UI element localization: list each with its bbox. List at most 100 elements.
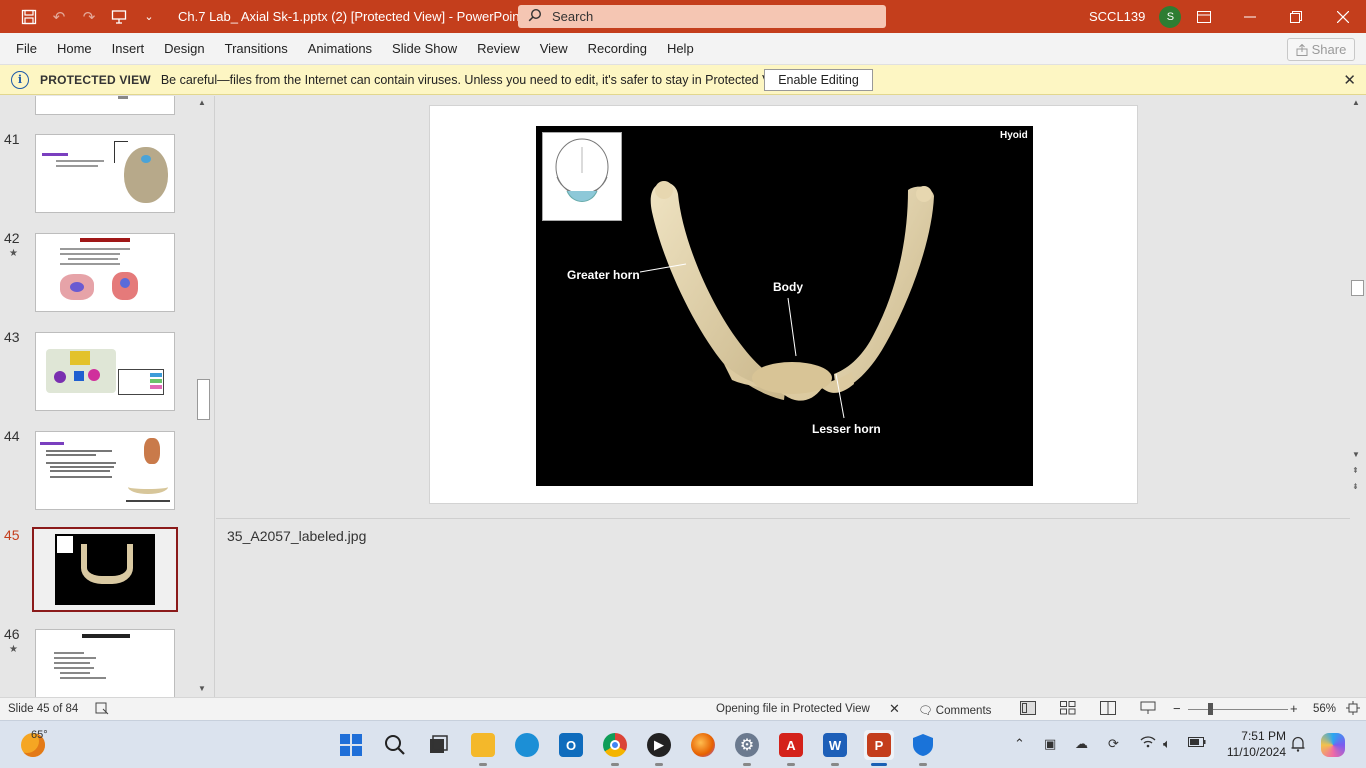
quick-access-toolbar: ↶ ↷ ⌄ <box>0 0 164 33</box>
restore-icon[interactable] <box>1273 0 1319 33</box>
zoom-slider-thumb[interactable] <box>1208 703 1213 715</box>
wifi-icon[interactable] <box>1140 736 1156 751</box>
system-clock[interactable]: 7:51 PM 11/10/2024 <box>1216 728 1286 760</box>
reading-view-icon[interactable] <box>1100 701 1116 718</box>
customize-toolbar-chevron-icon[interactable]: ⌄ <box>134 0 164 33</box>
defender-button[interactable] <box>908 730 938 766</box>
scroll-down-icon[interactable]: ▼ <box>1352 450 1360 459</box>
accessibility-icon[interactable] <box>95 701 109 718</box>
chevron-up-icon[interactable]: ⌃ <box>1014 736 1025 752</box>
dismiss-icon[interactable]: ✕ <box>889 701 900 717</box>
next-slide-icon[interactable]: ⇟ <box>1352 482 1359 491</box>
slide-thumbnail-43[interactable] <box>35 332 175 411</box>
scroll-up-icon[interactable]: ▲ <box>198 98 206 107</box>
search-icon <box>518 8 552 25</box>
slide-thumbnail-42[interactable] <box>35 233 175 312</box>
tab-review[interactable]: Review <box>467 33 530 65</box>
thumbnail-scrollbar[interactable]: ▲ ▼ <box>196 96 210 697</box>
tab-file[interactable]: File <box>0 33 47 65</box>
present-from-beginning-icon[interactable] <box>104 0 134 33</box>
user-account[interactable]: SCCL139 S <box>1089 0 1182 33</box>
title-bar: ↶ ↷ ⌄ Ch.7 Lab_ Axial Sk-1.pptx (2) [Pro… <box>0 0 1366 33</box>
volume-icon[interactable]: 🔈︎ <box>1163 736 1171 752</box>
slide-number: 43 <box>4 329 20 345</box>
comments-label: Comments <box>935 705 992 717</box>
save-icon[interactable] <box>14 0 44 33</box>
outlook-button[interactable]: O <box>556 730 586 760</box>
share-label: Share <box>1311 42 1347 57</box>
tab-view[interactable]: View <box>530 33 578 65</box>
zoom-level[interactable]: 56% <box>1313 703 1336 715</box>
slide-thumbnail-44[interactable] <box>35 431 175 510</box>
sync-icon[interactable]: ⟳ <box>1108 736 1119 752</box>
file-explorer-button[interactable] <box>468 730 498 766</box>
slide-show-icon[interactable] <box>1140 701 1156 718</box>
tab-insert[interactable]: Insert <box>102 33 155 65</box>
protected-view-message: Be careful—files from the Internet can c… <box>160 72 792 87</box>
tab-home[interactable]: Home <box>47 33 102 65</box>
search-placeholder: Search <box>552 9 594 24</box>
tab-recording[interactable]: Recording <box>578 33 657 65</box>
search-box[interactable]: Search <box>518 5 886 28</box>
share-icon <box>1296 43 1308 56</box>
camera-icon[interactable]: ▣ <box>1044 736 1056 752</box>
chrome-button[interactable] <box>600 730 630 766</box>
slide-sorter-icon[interactable] <box>1060 701 1076 718</box>
normal-view-icon[interactable] <box>1020 701 1036 718</box>
firefox-button[interactable] <box>688 730 718 760</box>
undo-icon[interactable]: ↶ <box>44 0 74 33</box>
editor-scrollbar[interactable]: ▲ ▼ ⇞ ⇟ <box>1350 96 1366 697</box>
notes-pane[interactable]: 35_A2057_labeled.jpg <box>216 518 1350 697</box>
word-button[interactable]: W <box>820 730 850 766</box>
tab-transitions[interactable]: Transitions <box>215 33 298 65</box>
slide-counter[interactable]: Slide 45 of 84 <box>8 703 78 715</box>
search-taskbar-button[interactable] <box>380 730 410 760</box>
slide-thumbnail-40[interactable] <box>35 96 175 115</box>
notifications-icon[interactable] <box>1291 736 1305 755</box>
slide-editor[interactable]: Hyoid Greater horn Body Lesser horn <box>216 96 1350 518</box>
tab-help[interactable]: Help <box>657 33 704 65</box>
comments-button[interactable]: 🗨︎ Comments <box>918 703 991 717</box>
avatar[interactable]: S <box>1159 5 1182 28</box>
close-icon[interactable]: ✕ <box>1343 71 1356 89</box>
media-player-button[interactable]: ▶ <box>644 730 674 766</box>
settings-button[interactable]: ⚙ <box>732 730 762 766</box>
animation-star-icon: ★ <box>9 248 18 259</box>
tab-slide-show[interactable]: Slide Show <box>382 33 467 65</box>
battery-icon[interactable] <box>1188 736 1206 751</box>
minimize-icon[interactable] <box>1227 0 1273 33</box>
tab-design[interactable]: Design <box>154 33 214 65</box>
task-view-button[interactable] <box>423 730 453 760</box>
zoom-out-icon[interactable]: − <box>1173 701 1181 716</box>
ribbon-display-icon[interactable] <box>1181 0 1227 33</box>
previous-slide-icon[interactable]: ⇞ <box>1352 466 1359 475</box>
close-icon[interactable] <box>1320 0 1366 33</box>
zoom-slider[interactable] <box>1188 709 1288 710</box>
fit-to-window-icon[interactable] <box>1346 701 1360 718</box>
hyoid-image[interactable]: Hyoid Greater horn Body Lesser horn <box>536 126 1033 486</box>
scrollbar-thumb[interactable] <box>197 379 210 420</box>
start-button[interactable] <box>336 730 366 760</box>
tab-animations[interactable]: Animations <box>298 33 382 65</box>
slide-number: 46 <box>4 626 20 642</box>
gear-icon: ⚙ <box>735 733 759 757</box>
scroll-up-icon[interactable]: ▲ <box>1352 98 1360 107</box>
copilot-button[interactable] <box>1318 730 1348 760</box>
share-button[interactable]: Share <box>1287 38 1355 61</box>
scrollbar-thumb[interactable] <box>1351 280 1364 296</box>
acrobat-button[interactable]: A <box>776 730 806 766</box>
scroll-down-icon[interactable]: ▼ <box>198 684 206 693</box>
slide-thumbnail-46[interactable] <box>35 629 175 697</box>
cloud-offline-icon[interactable]: ☁ <box>1075 736 1088 752</box>
slide-thumbnail-41[interactable] <box>35 134 175 213</box>
orientation-inset-image <box>542 132 622 221</box>
redo-icon[interactable]: ↷ <box>74 0 104 33</box>
slide-thumbnail-45-selected[interactable] <box>32 527 178 612</box>
zoom-in-icon[interactable]: + <box>1290 701 1298 716</box>
slide-canvas[interactable]: Hyoid Greater horn Body Lesser horn <box>429 105 1138 504</box>
edge-button[interactable] <box>512 730 542 760</box>
enable-editing-button[interactable]: Enable Editing <box>764 69 873 91</box>
powerpoint-button[interactable]: P <box>864 730 894 766</box>
slide-thumbnail-pane[interactable]: 41 42 ★ 43 44 45 46 ★ <box>0 96 215 697</box>
clock-time: 7:51 PM <box>1241 729 1286 743</box>
